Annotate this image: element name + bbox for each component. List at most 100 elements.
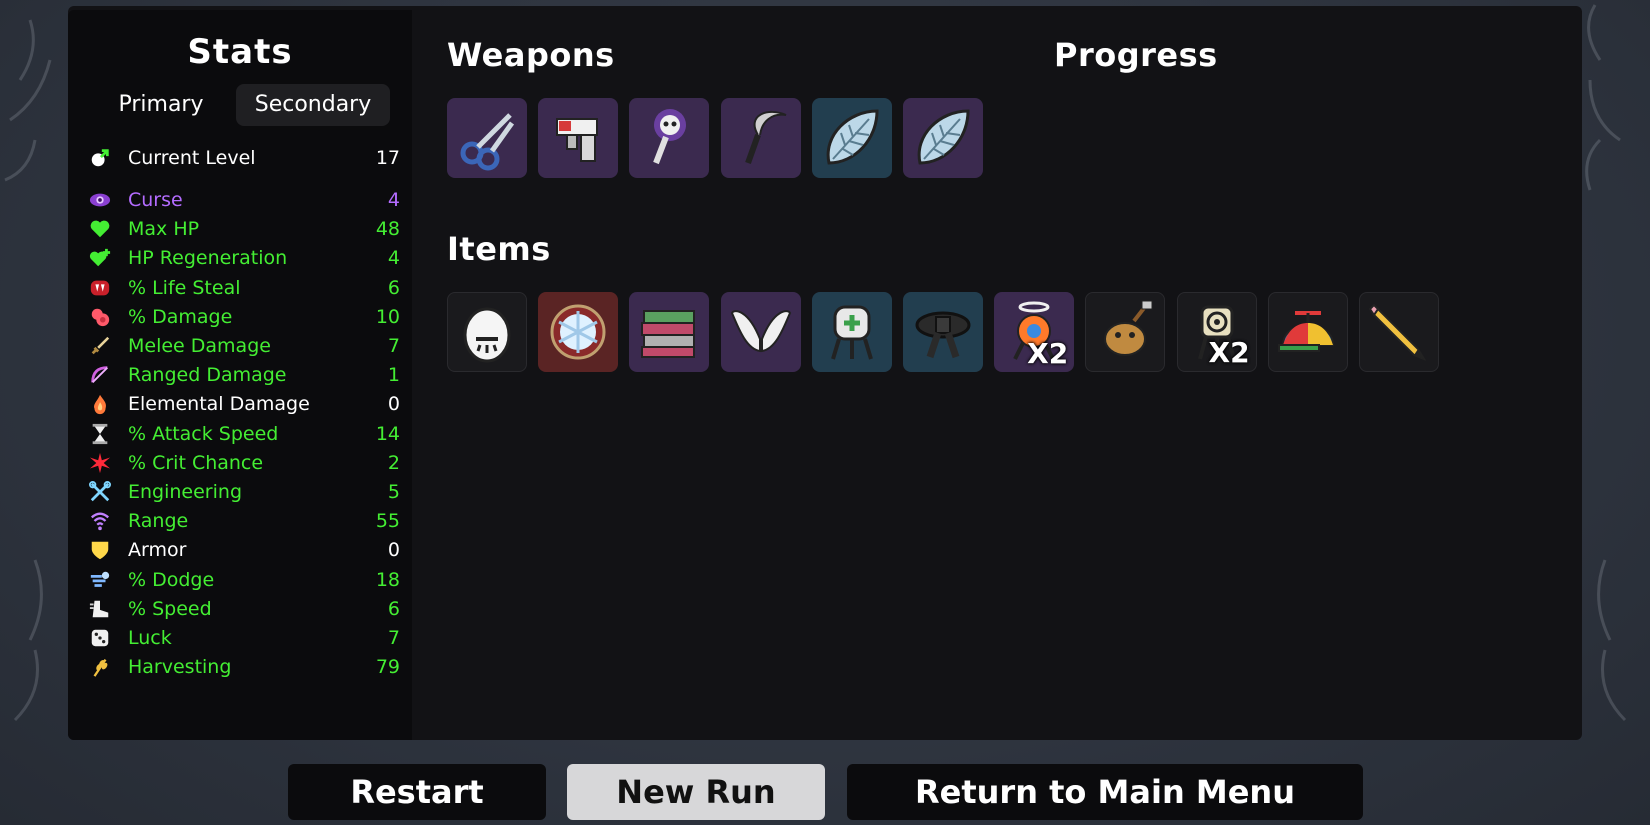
stat-value: 14: [375, 422, 400, 445]
pencil-icon: [1366, 299, 1432, 365]
stat-value: 10: [375, 305, 400, 328]
sword-icon: [88, 334, 112, 358]
stat-value: 5: [387, 481, 400, 503]
weapon-slot[interactable]: [720, 98, 801, 178]
stat-value: 6: [387, 276, 400, 299]
item-slot[interactable]: [903, 292, 983, 372]
item-slot[interactable]: X2: [994, 292, 1075, 372]
wheat-icon: [88, 655, 112, 679]
weapon-slot[interactable]: [811, 98, 892, 178]
fangs-icon: [88, 276, 112, 300]
skull-wand-icon: [636, 105, 702, 171]
stat-label: Range: [128, 510, 189, 533]
stat-value: 2: [387, 451, 400, 474]
progress-title: Progress: [1054, 36, 1218, 74]
item-slot[interactable]: [538, 292, 619, 372]
stat-value: 17: [375, 147, 400, 169]
stat-row: % Life Steal 6: [88, 274, 400, 302]
stat-value: 7: [387, 335, 400, 357]
stat-value: 55: [375, 510, 400, 533]
item-slot[interactable]: [447, 292, 527, 372]
wings-icon: [728, 299, 794, 365]
stat-value: 79: [375, 656, 400, 679]
stat-row: Engineering 5: [88, 478, 400, 506]
medic-turret-icon: [819, 299, 885, 365]
stats-panel: Stats Primary Secondary Current Level 17…: [68, 10, 412, 740]
main-menu-button[interactable]: Return to Main Menu: [847, 764, 1363, 820]
stat-value: 18: [375, 568, 400, 591]
heart-plus-icon: [88, 246, 112, 270]
stat-label: HP Regeneration: [128, 247, 288, 270]
tab-secondary[interactable]: Secondary: [236, 84, 390, 126]
lumberjack-critter-icon: [1092, 299, 1158, 365]
item-slot[interactable]: [720, 292, 801, 372]
stat-label: % Dodge: [128, 568, 215, 591]
stat-label: % Damage: [128, 305, 233, 328]
leaf-blade-icon: [910, 105, 976, 171]
stat-row: % Speed 6: [88, 595, 400, 623]
item-count-badge: X2: [1027, 337, 1069, 370]
sickle-icon: [728, 105, 794, 171]
flame-icon: [88, 392, 112, 416]
item-slot[interactable]: [1359, 292, 1439, 372]
weapon-slot[interactable]: [903, 98, 983, 178]
item-count-badge: X2: [1208, 336, 1250, 369]
stat-row: Elemental Damage 0: [88, 390, 400, 418]
stat-row: % Dodge 18: [88, 566, 400, 594]
weapon-slot[interactable]: [447, 98, 527, 178]
weapons-title: Weapons: [447, 36, 615, 74]
snowflake-orb-icon: [545, 299, 611, 365]
stats-tabs: Primary Secondary: [96, 84, 390, 126]
stat-row: HP Regeneration 4: [88, 244, 400, 272]
run-summary-panel: Stats Primary Secondary Current Level 17…: [68, 6, 1582, 740]
stat-row: Ranged Damage 1: [88, 361, 400, 389]
stat-row-current-level: Current Level 17: [88, 144, 400, 172]
heart-icon: [88, 217, 112, 241]
new-run-button[interactable]: New Run: [567, 764, 825, 820]
curse-eye-icon: [88, 188, 112, 212]
stat-row: Melee Damage 7: [88, 332, 400, 360]
stat-value: 0: [387, 393, 400, 416]
item-slot[interactable]: [1267, 292, 1348, 372]
books-icon: [636, 299, 702, 365]
hourglass-icon: [88, 422, 112, 446]
stat-value: 0: [387, 539, 400, 562]
stat-label: % Attack Speed: [128, 422, 279, 445]
crit-star-icon: [88, 451, 112, 475]
dice-icon: [88, 626, 112, 650]
stat-label: Melee Damage: [128, 335, 271, 357]
weapon-slot[interactable]: [629, 98, 710, 178]
stat-label: Current Level: [128, 147, 256, 169]
shield-icon: [88, 538, 112, 562]
leaf-blade-icon: [819, 105, 885, 171]
stat-row: % Crit Chance 2: [88, 449, 400, 477]
stat-row: Armor 0: [88, 536, 400, 564]
stat-label: Max HP: [128, 218, 200, 241]
item-slot[interactable]: X2: [1176, 292, 1257, 372]
stat-value: 48: [375, 218, 400, 241]
tab-primary[interactable]: Primary: [96, 84, 226, 126]
restart-button[interactable]: Restart: [288, 764, 546, 820]
stat-value: 4: [387, 247, 400, 270]
muscle-icon: [88, 305, 112, 329]
items-title: Items: [447, 230, 551, 268]
weapon-slot[interactable]: [538, 98, 619, 178]
stat-value: 1: [387, 364, 400, 387]
stat-row: Range 55: [88, 507, 400, 535]
stat-label: Curse: [128, 189, 183, 211]
level-up-icon: [88, 146, 112, 170]
stat-row: Curse 4: [88, 186, 400, 214]
stat-value: 6: [387, 597, 400, 620]
stat-label: Luck: [128, 627, 172, 649]
stat-label: Elemental Damage: [128, 393, 310, 416]
stat-label: Harvesting: [128, 656, 232, 679]
egg-face-icon: [454, 299, 520, 365]
stat-label: Ranged Damage: [128, 364, 287, 387]
item-slot[interactable]: [811, 292, 892, 372]
stat-row: Max HP 48: [88, 215, 400, 243]
stats-title: Stats: [187, 32, 293, 72]
black-belt-icon: [910, 299, 976, 365]
item-slot[interactable]: [629, 292, 710, 372]
stat-label: % Speed: [128, 597, 212, 620]
item-slot[interactable]: [1085, 292, 1166, 372]
